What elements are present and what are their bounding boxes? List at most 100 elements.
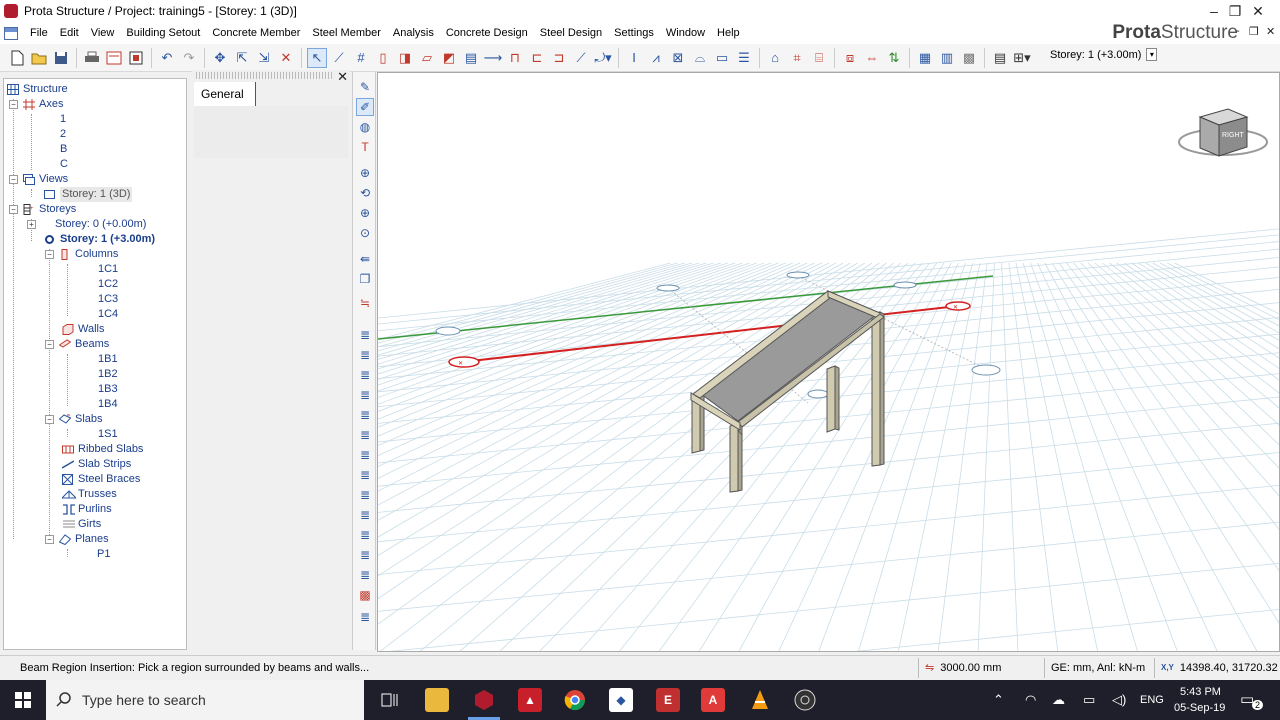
align-icon[interactable]: ⇅ <box>884 48 904 68</box>
volume-icon[interactable]: ◁) <box>1112 692 1126 708</box>
prota-taskbar-icon[interactable] <box>472 688 496 712</box>
taskbar-search[interactable]: Type here to search <box>46 680 364 720</box>
edit-member-icon[interactable]: ✐ <box>356 98 374 116</box>
steel-column-icon[interactable]: ⊏ <box>527 48 547 68</box>
tree-view-item[interactable]: Storey: 1 (3D) <box>44 187 133 202</box>
autocad-icon[interactable]: A <box>701 688 725 712</box>
collapse-icon[interactable]: − <box>9 205 18 214</box>
tree-axis-item[interactable]: C <box>60 157 68 172</box>
layer-8-icon[interactable]: ≣ <box>356 466 374 484</box>
layer-1-icon[interactable]: ≣ <box>356 326 374 344</box>
tree-column-item[interactable]: 1C4 <box>98 307 118 322</box>
tray-chevron-up-icon[interactable]: ⌃ <box>993 692 1004 708</box>
axis-bubble-top-1[interactable] <box>656 284 680 292</box>
axis-bubble-red-left[interactable] <box>448 356 480 368</box>
tree-column-item[interactable]: 1C1 <box>98 262 118 277</box>
collapse-icon[interactable]: − <box>9 100 18 109</box>
steel-beam-icon[interactable]: ⊓ <box>505 48 525 68</box>
print-preview-icon[interactable] <box>104 48 124 68</box>
collapse-icon[interactable]: − <box>9 175 18 184</box>
column-1C2[interactable] <box>871 311 885 467</box>
chrome-icon[interactable] <box>563 688 587 712</box>
layer-12-icon[interactable]: ≣ <box>356 546 374 564</box>
globe-icon[interactable]: ◍ <box>356 118 374 136</box>
layer-15-icon[interactable]: ≣ <box>356 608 374 626</box>
tree-structure-root[interactable]: Structure <box>7 82 68 97</box>
clock-time[interactable]: 5:43 PM <box>1180 686 1221 698</box>
collapse-icon[interactable]: − <box>45 415 54 424</box>
layer-10-icon[interactable]: ≣ <box>356 506 374 524</box>
layer-5-icon[interactable]: ≣ <box>356 406 374 424</box>
cloud-icon[interactable]: ☁ <box>1052 692 1065 708</box>
undo-icon[interactable]: ↶ <box>157 48 177 68</box>
axis-grid-icon[interactable]: # <box>351 48 371 68</box>
layer-9-icon[interactable]: ≣ <box>356 486 374 504</box>
tree-column-item[interactable]: 1C2 <box>98 277 118 292</box>
select-icon[interactable]: ↖ <box>307 47 327 68</box>
column-1C3[interactable] <box>826 365 840 433</box>
etabs-icon[interactable]: E <box>656 688 680 712</box>
column-rect-icon[interactable]: ◨ <box>395 48 415 68</box>
menu-concrete-member[interactable]: Concrete Member <box>206 22 306 44</box>
copy-view-icon[interactable]: ❐ <box>356 270 374 288</box>
new-file-icon[interactable] <box>7 48 27 68</box>
lattice-icon[interactable]: ⌗ <box>787 48 807 68</box>
clock-date[interactable]: 05-Sep-19 <box>1174 702 1225 714</box>
menu-settings[interactable]: Settings <box>608 22 660 44</box>
tree-ribbed-slabs[interactable]: Ribbed Slabs <box>62 442 143 457</box>
section-icon[interactable]: T <box>356 138 374 156</box>
tree-plane-item[interactable]: P1 <box>97 547 110 562</box>
mirror-icon[interactable]: ⇲ <box>254 48 274 68</box>
menu-building-setout[interactable]: Building Setout <box>120 22 206 44</box>
panel-grip[interactable] <box>196 72 334 79</box>
steel-section-icon[interactable]: I <box>624 48 644 68</box>
tree-axes[interactable]: − Axes <box>9 97 63 112</box>
menu-help[interactable]: Help <box>711 22 746 44</box>
menu-edit[interactable]: Edit <box>54 22 85 44</box>
axis-bubble-left[interactable] <box>435 326 461 336</box>
collapse-icon[interactable]: − <box>45 340 54 349</box>
menu-steel-design[interactable]: Steel Design <box>534 22 608 44</box>
task-view-icon[interactable] <box>378 688 402 712</box>
file-explorer-icon[interactable] <box>425 688 449 712</box>
menu-concrete-design[interactable]: Concrete Design <box>440 22 534 44</box>
axis-bubble-top-3[interactable] <box>893 281 917 289</box>
cross-brace-icon[interactable]: ⊠ <box>668 48 688 68</box>
save-icon[interactable] <box>51 48 71 68</box>
autodesk-icon[interactable]: ▲ <box>518 688 542 712</box>
truss-icon[interactable]: ⩘ <box>646 48 666 68</box>
language-indicator[interactable]: ENG <box>1140 694 1164 706</box>
line-tool-icon[interactable]: ⟋ <box>329 48 349 68</box>
move-icon[interactable]: ✥ <box>210 48 230 68</box>
axis-bubble-right[interactable] <box>971 364 1001 376</box>
brace-tool-icon[interactable]: ⟋ <box>571 48 591 68</box>
storey-selector[interactable]: Storey: 1 (+3.00m) ▾ <box>1050 48 1158 61</box>
tree-walls[interactable]: Walls <box>62 322 104 337</box>
chevron-down-icon[interactable]: ▾ <box>1146 48 1158 61</box>
layer-13-icon[interactable]: ≣ <box>356 566 374 584</box>
arch-icon[interactable]: ⌓ <box>690 48 710 68</box>
tree-steel-braces[interactable]: Steel Braces <box>61 472 140 487</box>
cut-plane-icon[interactable]: ≒ <box>356 294 374 312</box>
building-icon[interactable]: ▥ <box>937 48 957 68</box>
column-1C1[interactable] <box>729 423 743 493</box>
view-cube[interactable]: RIGHT <box>1178 108 1268 157</box>
rebar-icon[interactable]: ⌸ <box>809 48 829 68</box>
collapse-icon[interactable]: − <box>45 250 54 259</box>
mdi-minimize-button[interactable]: - <box>1236 25 1240 37</box>
menu-steel-member[interactable]: Steel Member <box>306 22 386 44</box>
zoom-previous-icon[interactable]: ⟲ <box>356 184 374 202</box>
layer-2-icon[interactable]: ≣ <box>356 346 374 364</box>
frame-icon[interactable]: ▭ <box>712 48 732 68</box>
zoom-in-icon[interactable]: ⊕ <box>356 204 374 222</box>
menu-file[interactable]: File <box>24 22 54 44</box>
obs-icon[interactable] <box>793 688 817 712</box>
expand-icon[interactable]: + <box>27 220 36 229</box>
tree-beam-item[interactable]: 1B4 <box>98 397 118 412</box>
beam-tool-icon[interactable]: ◩ <box>439 48 459 68</box>
tree-axis-item[interactable]: B <box>60 142 67 157</box>
rotate-dropdown-icon[interactable]: ⤾▾ <box>593 48 613 68</box>
tree-views[interactable]: − Views <box>9 172 68 187</box>
layer-14-icon[interactable]: ▩ <box>356 586 374 604</box>
3d-viewport[interactable]: ✕ ✕ RIGHT <box>377 72 1280 652</box>
